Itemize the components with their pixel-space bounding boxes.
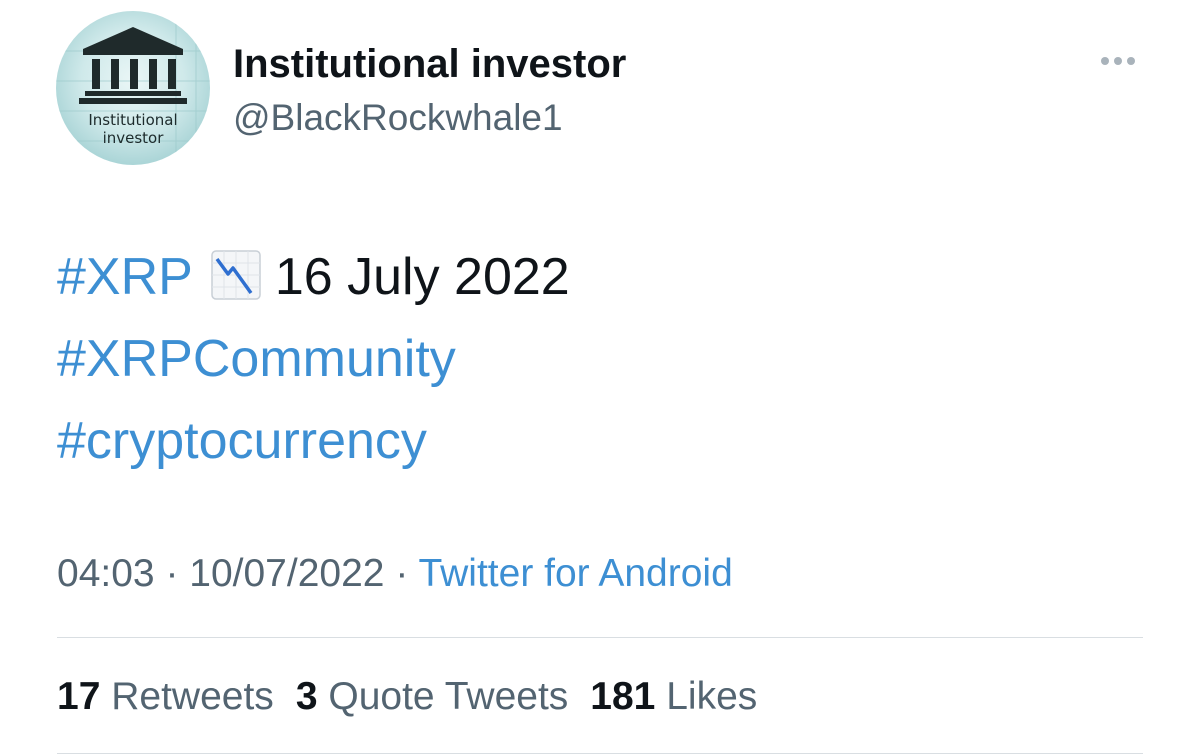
avatar-label-line2: investor [102,129,164,147]
retweets-label: Retweets [111,675,274,718]
tweet-line-3: #cryptocurrency [57,400,570,482]
divider [57,753,1143,754]
tweet-line-1: #XRP 16 July 2022 [57,236,570,318]
chart-decreasing-icon [211,250,261,300]
quote-tweets-count: 3 [295,675,318,718]
meta-separator: · [154,552,190,595]
tweet-source-link[interactable]: Twitter for Android [418,552,732,595]
hashtag-cryptocurrency[interactable]: #cryptocurrency [57,412,427,470]
hashtag-xrp[interactable]: #XRP [57,248,193,306]
divider [57,637,1143,638]
tweet-line-2: #XRPCommunity [57,318,570,400]
retweets-stat[interactable]: 17 Retweets [57,675,274,718]
tweet-date[interactable]: 10/07/2022 [189,552,384,595]
likes-label: Likes [666,675,758,718]
more-dot-icon [1101,57,1109,65]
tweet-stats: 17 Retweets 3 Quote Tweets 181 Likes [57,674,757,720]
tweet-card: Institutional investor Institutional inv… [0,0,1200,755]
more-dot-icon [1114,57,1122,65]
retweets-count: 17 [57,675,101,718]
more-options-button[interactable] [1094,50,1142,72]
quote-tweets-label: Quote Tweets [328,675,569,718]
tweet-time[interactable]: 04:03 [57,552,155,595]
author-handle[interactable]: @BlackRockwhale1 [233,96,563,140]
quote-tweets-stat[interactable]: 3 Quote Tweets [296,675,568,718]
tweet-meta: 04:03 · 10/07/2022 · Twitter for Android [57,551,733,597]
likes-count: 181 [590,675,656,718]
avatar[interactable]: Institutional investor [56,11,210,165]
likes-stat[interactable]: 181 Likes [590,675,757,718]
tweet-date-text: 16 July 2022 [274,248,570,306]
more-dot-icon [1127,57,1135,65]
author-display-name[interactable]: Institutional investor [233,40,626,88]
tweet-text: #XRP 16 July 2022 #XRPCommunity #cryptoc… [57,236,570,482]
meta-separator: · [384,552,419,595]
avatar-label-line1: Institutional [88,111,178,129]
hashtag-xrpcommunity[interactable]: #XRPCommunity [57,330,456,388]
